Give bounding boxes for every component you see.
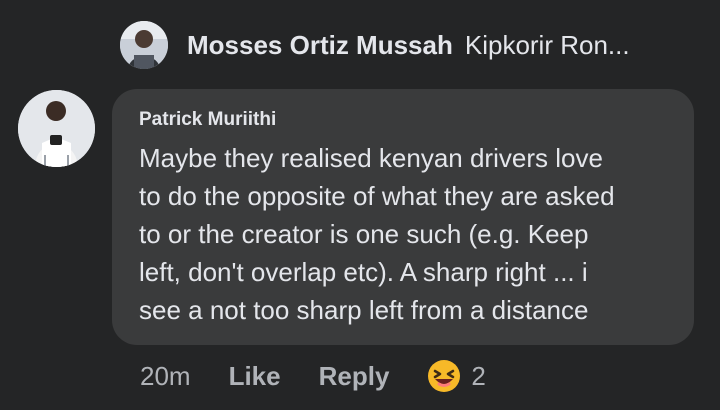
comment-text-line: to or the creator is one such (e.g. Keep [139, 219, 589, 249]
reply-preview-author[interactable]: Mosses Ortiz Mussah [187, 30, 453, 61]
person-avatar-icon [120, 21, 168, 69]
person-avatar-icon [18, 90, 95, 167]
like-button[interactable]: Like [229, 361, 281, 392]
comment-text-line: to do the opposite of what they are aske… [139, 181, 615, 211]
comment-bubble: Patrick Muriithi Maybe they realised ken… [112, 89, 694, 345]
laughing-face-emoji-icon[interactable] [427, 359, 461, 393]
reply-button[interactable]: Reply [319, 361, 390, 392]
comment-author-avatar[interactable] [18, 90, 95, 167]
comment-actions: 20m Like Reply 2 [140, 357, 486, 395]
comment-time: 20m [140, 360, 191, 391]
comment-text-line: see a not too sharp left from a distance [139, 295, 589, 325]
reaction-count[interactable]: 2 [471, 361, 485, 392]
comment-text-line: Maybe they realised kenyan drivers love [139, 143, 603, 173]
avatar[interactable] [120, 21, 168, 69]
comment-text-line: left, don't overlap etc). A sharp right … [139, 257, 588, 287]
reply-preview-text: Kipkorir Ron... [464, 29, 630, 60]
reply-preview[interactable]: Mosses Ortiz Mussah Kipkorir Ron... [120, 18, 630, 72]
comment-author-name[interactable]: Patrick Muriithi [139, 107, 674, 133]
